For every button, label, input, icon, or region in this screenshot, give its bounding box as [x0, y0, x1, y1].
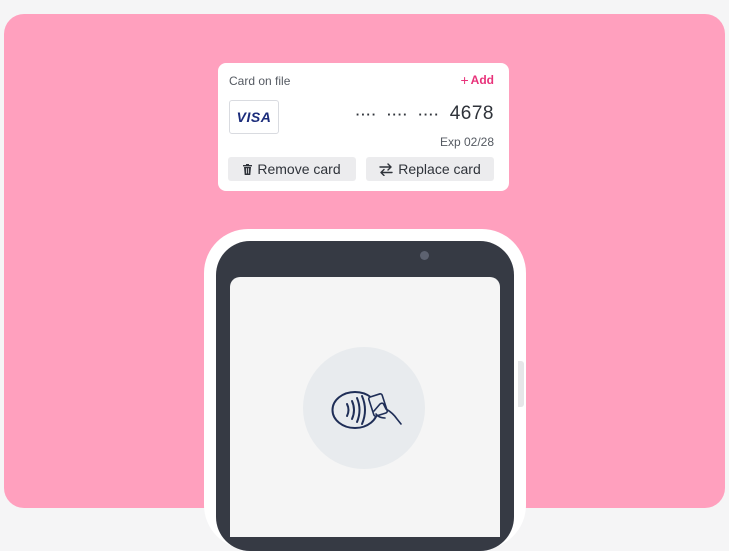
masked-card-number: ···· ···· ···· 4678 [356, 103, 494, 125]
masked-group: ···· [418, 106, 440, 122]
replace-card-label: Replace card [398, 161, 481, 177]
visa-logo: VISA [229, 100, 279, 134]
remove-card-label: Remove card [257, 161, 341, 177]
card-expiry: Exp 02/28 [439, 135, 494, 149]
card-brand: VISA [236, 109, 272, 125]
masked-group: ···· [355, 106, 378, 122]
add-card-button[interactable]: + Add [460, 73, 494, 87]
replace-card-button[interactable]: Replace card [366, 157, 494, 181]
panel-title: Card on file [229, 74, 291, 88]
card-on-file-panel: Card on file + Add VISA ···· ···· ···· 4… [218, 63, 509, 191]
card-last4: 4678 [449, 103, 494, 124]
phone-camera [420, 251, 429, 260]
add-card-label: Add [470, 73, 494, 87]
trash-icon [243, 163, 253, 175]
masked-group: ···· [387, 106, 409, 122]
phone-side-button [518, 361, 524, 407]
remove-card-button[interactable]: Remove card [228, 157, 356, 181]
plus-icon: + [460, 72, 469, 88]
swap-arrows-icon [379, 162, 393, 176]
contactless-tap-icon [331, 389, 403, 436]
